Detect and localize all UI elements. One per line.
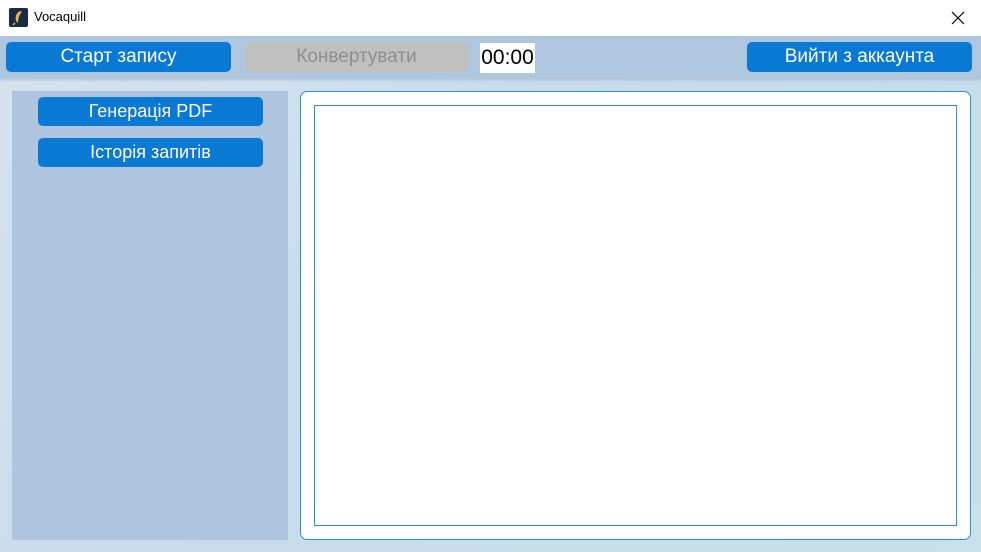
- sidebar-item-generate-pdf[interactable]: Генерація PDF: [38, 97, 263, 126]
- close-icon: [951, 11, 965, 25]
- recording-timer: 00:00: [480, 43, 535, 73]
- toolbar: Старт запису Конвертувати 00:00 Вийти з …: [0, 36, 981, 78]
- content-panel: [300, 91, 971, 540]
- window-title: Vocaquill: [34, 9, 87, 24]
- sidebar: Генерація PDF Історія запитів: [12, 91, 288, 540]
- logout-button[interactable]: Вийти з аккаунта: [747, 42, 972, 72]
- convert-button: Конвертувати: [245, 42, 468, 72]
- app-logo-icon: [9, 8, 28, 27]
- close-button[interactable]: [935, 0, 981, 36]
- start-record-button[interactable]: Старт запису: [6, 42, 231, 72]
- transcription-text-area[interactable]: [314, 105, 957, 526]
- title-bar: Vocaquill: [0, 0, 981, 36]
- sidebar-item-request-history[interactable]: Історія запитів: [38, 138, 263, 167]
